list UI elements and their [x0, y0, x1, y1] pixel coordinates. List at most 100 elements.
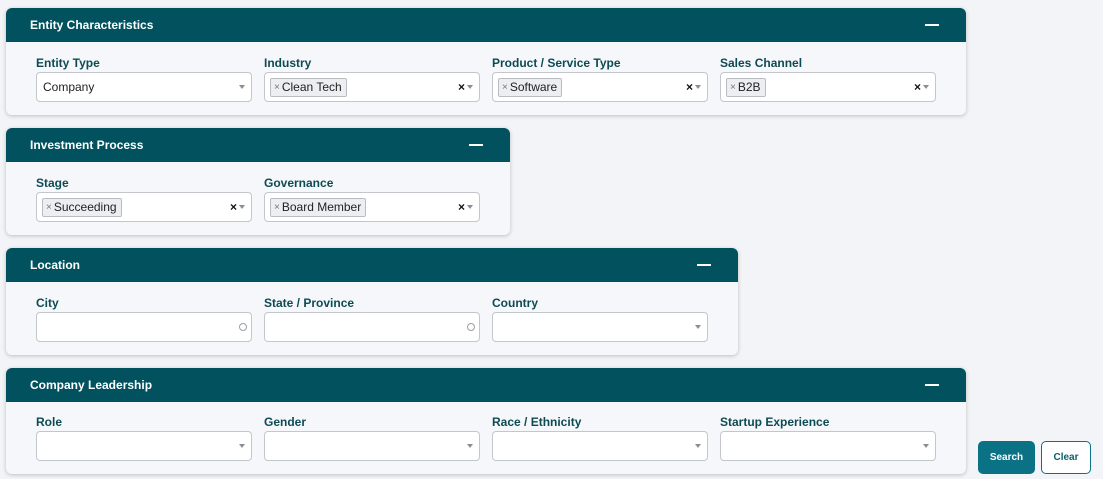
- circle-icon: [239, 323, 247, 331]
- field-label: Entity Type: [36, 56, 100, 70]
- state-province-input[interactable]: [271, 313, 473, 341]
- chevron-down-icon: [467, 205, 473, 209]
- panel-header: Location: [6, 248, 738, 282]
- field-label: Startup Experience: [720, 415, 830, 429]
- industry-field: Industry × Clean Tech ×: [264, 56, 480, 102]
- collapse-button[interactable]: [924, 17, 940, 33]
- chip-label: Succeeding: [53, 200, 117, 214]
- field-label: Stage: [36, 176, 69, 190]
- clear-button[interactable]: Clear: [1041, 441, 1091, 474]
- field-label: Governance: [264, 176, 334, 190]
- chip-remove-icon[interactable]: ×: [274, 202, 280, 213]
- stage-select[interactable]: × Succeeding ×: [36, 192, 252, 222]
- entity-characteristics-panel: Entity Characteristics Entity Type Compa…: [6, 8, 966, 115]
- location-panel: Location City State / Province Country: [6, 248, 738, 355]
- close-icon[interactable]: ×: [458, 200, 465, 214]
- company-leadership-panel: Company Leadership Role Gender Race / Et…: [6, 368, 966, 474]
- panel-body: Role Gender Race / Ethnicity Startup Exp…: [6, 402, 966, 461]
- chevron-down-icon: [239, 444, 245, 448]
- country-field: Country: [492, 296, 708, 342]
- chip-label: B2B: [737, 80, 761, 94]
- chevron-down-icon: [695, 325, 701, 329]
- chip-label: Board Member: [281, 200, 362, 214]
- industry-select[interactable]: × Clean Tech ×: [264, 72, 480, 102]
- chip-remove-icon[interactable]: ×: [274, 82, 280, 93]
- city-field: City: [36, 296, 252, 342]
- collapse-button[interactable]: [924, 377, 940, 393]
- stage-field: Stage × Succeeding ×: [36, 176, 252, 222]
- minus-icon: [469, 144, 483, 146]
- field-label: Country: [492, 296, 538, 310]
- panel-body: Stage × Succeeding × Governance × Board …: [6, 162, 510, 222]
- entity-type-select[interactable]: Company: [36, 72, 252, 102]
- selected-chip: × Succeeding: [42, 197, 122, 217]
- chevron-down-icon: [467, 444, 473, 448]
- field-label: Gender: [264, 415, 307, 429]
- selected-chip: × Clean Tech: [270, 77, 347, 97]
- field-label: Sales Channel: [720, 56, 803, 70]
- minus-icon: [697, 264, 711, 266]
- panel-header: Company Leadership: [6, 368, 966, 402]
- panel-body: Entity Type Company Industry × Clean Tec…: [6, 42, 966, 102]
- chip-label: Clean Tech: [281, 80, 342, 94]
- city-input[interactable]: [43, 313, 245, 341]
- field-label: Role: [36, 415, 63, 429]
- field-label: Race / Ethnicity: [492, 415, 582, 429]
- selected-value: Company: [43, 80, 95, 94]
- chip-label: Software: [509, 80, 558, 94]
- country-select[interactable]: [492, 312, 708, 342]
- chevron-down-icon: [923, 444, 929, 448]
- close-icon[interactable]: ×: [914, 80, 921, 94]
- panel-header: Entity Characteristics: [6, 8, 966, 42]
- state-input-wrapper: [264, 312, 480, 342]
- governance-select[interactable]: × Board Member ×: [264, 192, 480, 222]
- chevron-down-icon: [695, 85, 701, 89]
- close-icon[interactable]: ×: [230, 200, 237, 214]
- role-field: Role: [36, 415, 252, 461]
- close-icon[interactable]: ×: [686, 80, 693, 94]
- product-service-type-field: Product / Service Type × Software ×: [492, 56, 708, 102]
- minus-icon: [925, 24, 939, 26]
- search-button[interactable]: Search: [978, 441, 1035, 474]
- selected-chip: × Board Member: [270, 197, 367, 217]
- chip-remove-icon[interactable]: ×: [730, 82, 736, 93]
- chevron-down-icon: [239, 85, 245, 89]
- panel-title: Investment Process: [30, 138, 144, 152]
- race-ethnicity-select[interactable]: [492, 431, 708, 461]
- field-label: State / Province: [264, 296, 355, 310]
- panel-header: Investment Process: [6, 128, 510, 162]
- field-label: Industry: [264, 56, 312, 70]
- panel-body: City State / Province Country: [6, 282, 738, 342]
- investment-process-panel: Investment Process Stage × Succeeding × …: [6, 128, 510, 235]
- panel-title: Company Leadership: [30, 378, 153, 392]
- selected-chip: × B2B: [726, 77, 766, 97]
- entity-type-field: Entity Type Company: [36, 56, 252, 102]
- governance-field: Governance × Board Member ×: [264, 176, 480, 222]
- field-label: City: [36, 296, 59, 310]
- panel-title: Entity Characteristics: [30, 18, 154, 32]
- circle-icon: [467, 323, 475, 331]
- chip-remove-icon[interactable]: ×: [46, 202, 52, 213]
- chevron-down-icon: [923, 85, 929, 89]
- panel-title: Location: [30, 258, 80, 272]
- chevron-down-icon: [467, 85, 473, 89]
- selected-chip: × Software: [498, 77, 563, 97]
- startup-experience-field: Startup Experience: [720, 415, 936, 461]
- collapse-button[interactable]: [468, 137, 484, 153]
- minus-icon: [925, 384, 939, 386]
- chip-remove-icon[interactable]: ×: [502, 82, 508, 93]
- chevron-down-icon: [695, 444, 701, 448]
- sales-channel-field: Sales Channel × B2B ×: [720, 56, 936, 102]
- product-service-type-select[interactable]: × Software ×: [492, 72, 708, 102]
- role-select[interactable]: [36, 431, 252, 461]
- chevron-down-icon: [239, 205, 245, 209]
- gender-field: Gender: [264, 415, 480, 461]
- city-input-wrapper: [36, 312, 252, 342]
- close-icon[interactable]: ×: [458, 80, 465, 94]
- gender-select[interactable]: [264, 431, 480, 461]
- collapse-button[interactable]: [696, 257, 712, 273]
- field-label: Product / Service Type: [492, 56, 621, 70]
- sales-channel-select[interactable]: × B2B ×: [720, 72, 936, 102]
- startup-experience-select[interactable]: [720, 431, 936, 461]
- state-province-field: State / Province: [264, 296, 480, 342]
